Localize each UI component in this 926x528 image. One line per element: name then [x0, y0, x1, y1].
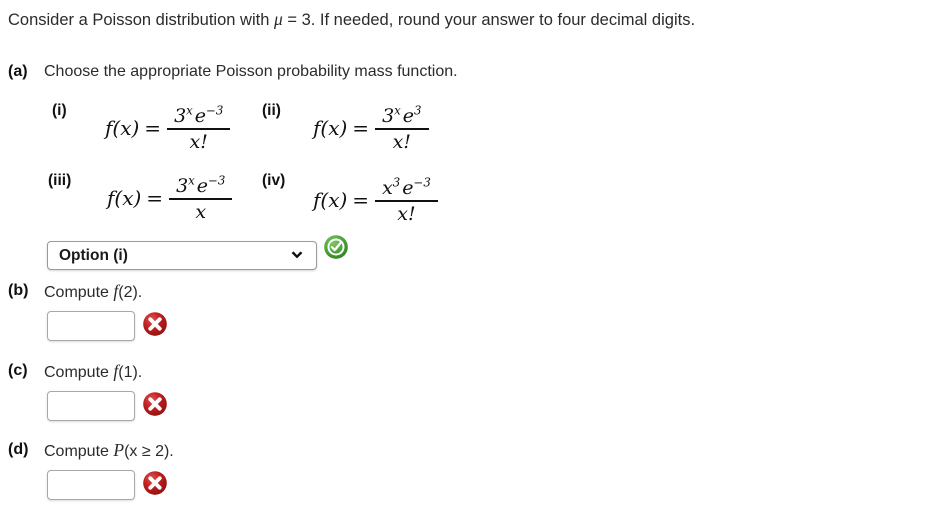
- option-iii-base-exponent: x: [188, 173, 195, 188]
- option-iv-formula: f(x) = x3 e−3 x!: [313, 176, 438, 225]
- part-a-label: (a): [8, 63, 28, 80]
- option-iv-lhs: f(x): [313, 187, 348, 212]
- option-i-equals: =: [144, 115, 162, 140]
- option-select-value: Option (i): [59, 246, 128, 264]
- option-i-formula: f(x) = 3x e−3 x!: [105, 103, 231, 153]
- option-ii-numerator: 3x e3: [382, 103, 422, 127]
- part-c-label: (c): [8, 362, 28, 379]
- part-b-label: (b): [8, 282, 29, 299]
- option-iv-e-exponent: −3: [413, 175, 431, 190]
- option-ii-fraction: 3x e3 x!: [375, 103, 429, 153]
- option-iv-tag: (iv): [262, 172, 286, 189]
- option-iii-tag: (iii): [48, 172, 72, 189]
- option-ii-base: 3: [382, 105, 395, 127]
- incorrect-x-icon: [141, 310, 169, 338]
- option-ii-equals: =: [352, 115, 370, 140]
- question-prompt: Consider a Poisson distribution with μ =…: [8, 9, 695, 30]
- option-iii-equals: =: [146, 185, 164, 210]
- incorrect-x-icon: [141, 390, 169, 418]
- part-c-text-before: Compute: [44, 364, 114, 381]
- option-i-numerator: 3x e−3: [174, 103, 224, 127]
- option-ii-tag: (ii): [262, 102, 281, 119]
- option-i-tag: (i): [52, 102, 67, 119]
- part-d-label: (d): [8, 441, 29, 458]
- option-iv-numerator: x3 e−3: [382, 175, 431, 199]
- option-iii-lhs: f(x): [107, 185, 142, 210]
- option-ii-denominator: x!: [392, 130, 411, 153]
- option-ii-base-exponent: x: [394, 103, 401, 118]
- option-i-denominator: x!: [189, 130, 208, 153]
- option-iv-fraction: x3 e−3 x!: [375, 177, 438, 225]
- answer-input-b[interactable]: [47, 311, 135, 341]
- option-i-lhs: f(x): [105, 115, 140, 140]
- option-iii-e-exponent: −3: [208, 173, 226, 188]
- part-b-text-after: (2).: [118, 284, 143, 301]
- option-ii-formula: f(x) = 3x e3 x!: [313, 103, 429, 153]
- part-d-text-before: Compute: [44, 443, 114, 460]
- option-i-e-exponent: −3: [206, 103, 224, 118]
- incorrect-x-icon: [141, 469, 169, 497]
- correct-check-icon: [322, 233, 350, 261]
- part-d-text-after: (x ≥ 2).: [124, 443, 174, 460]
- part-c-text-after: (1).: [118, 364, 143, 381]
- prompt-text-before: Consider a Poisson distribution with: [8, 11, 274, 29]
- part-c-question: Compute f(1).: [44, 361, 142, 383]
- option-select[interactable]: Option (i): [47, 241, 317, 270]
- chevron-down-icon[interactable]: [284, 248, 316, 264]
- option-iii-numerator: 3x e−3: [176, 173, 226, 197]
- option-iv-equals: =: [352, 187, 370, 212]
- part-b-text-before: Compute: [44, 284, 114, 301]
- part-d-question: Compute P(x ≥ 2).: [44, 440, 174, 462]
- option-i-base-exponent: x: [186, 103, 193, 118]
- part-d-function-symbol: P: [113, 440, 125, 460]
- answer-input-d[interactable]: [47, 470, 135, 500]
- mu-symbol: μ: [273, 9, 283, 29]
- option-iii-formula: f(x) = 3x e−3 x: [107, 173, 233, 223]
- option-i-base: 3: [174, 105, 187, 127]
- prompt-text-after: = 3. If needed, round your answer to fou…: [282, 11, 696, 29]
- part-a-question: Choose the appropriate Poisson probabili…: [44, 63, 458, 80]
- option-ii-e-exponent: 3: [414, 103, 422, 118]
- option-iv-denominator: x!: [397, 202, 416, 225]
- option-iii-denominator: x: [195, 200, 207, 223]
- option-iii-fraction: 3x e−3 x: [169, 173, 233, 223]
- answer-input-c[interactable]: [47, 391, 135, 421]
- option-iii-base: 3: [176, 175, 189, 197]
- option-iv-base: x: [382, 177, 393, 199]
- option-ii-lhs: f(x): [313, 115, 348, 140]
- part-b-question: Compute f(2).: [44, 281, 142, 303]
- option-i-fraction: 3x e−3 x!: [167, 103, 231, 153]
